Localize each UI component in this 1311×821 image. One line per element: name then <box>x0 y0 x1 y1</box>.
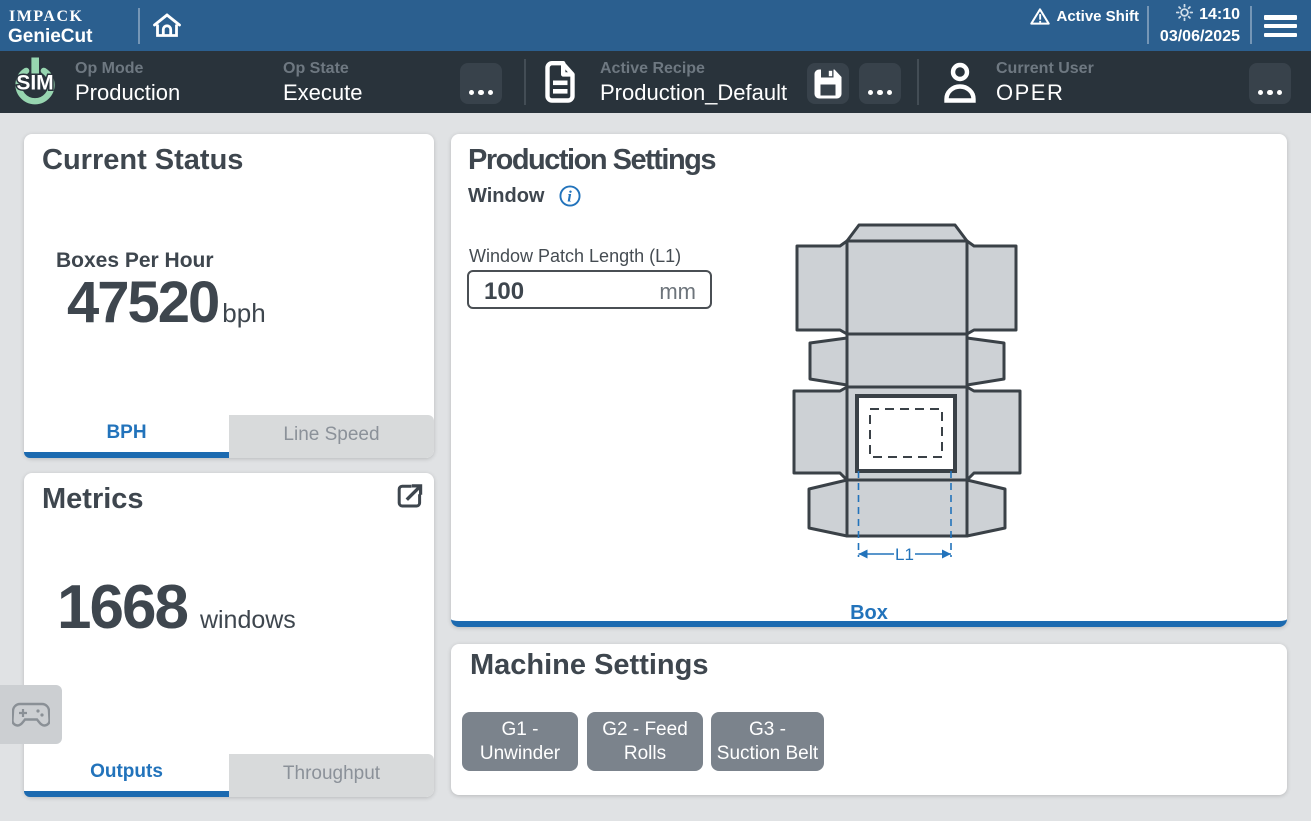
svg-text:L1: L1 <box>895 545 914 563</box>
svg-text:i: i <box>567 188 572 206</box>
svg-text:SIM: SIM <box>16 71 53 94</box>
